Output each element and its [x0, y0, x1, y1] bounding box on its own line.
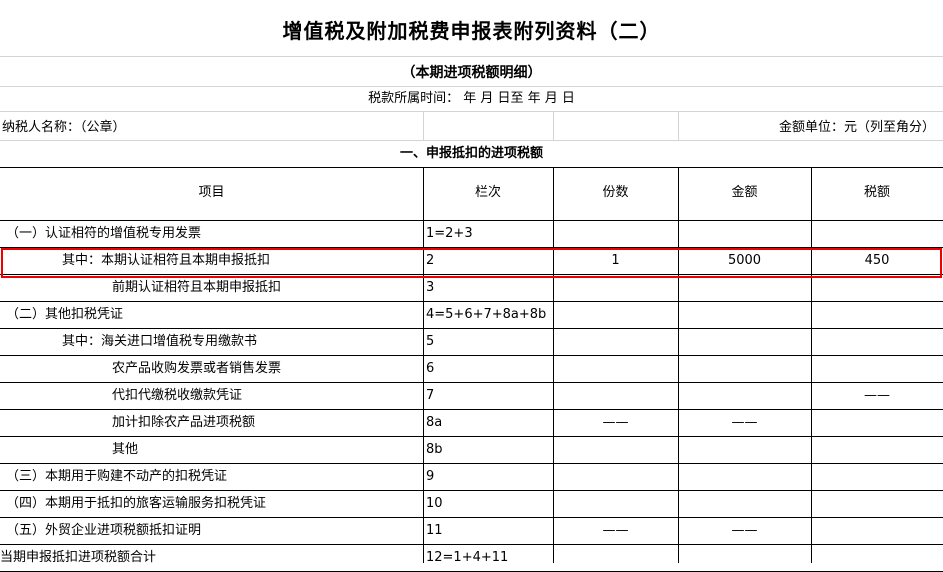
- grid-line: [0, 355, 943, 356]
- cell-line[interactable]: 11: [426, 523, 443, 539]
- grid-line: [0, 86, 943, 87]
- tax-period: 税款所属时间： 年 月 日至 年 月 日: [368, 91, 575, 106]
- grid-line: [0, 409, 943, 410]
- grid-line: [0, 490, 943, 491]
- cell-line[interactable]: 8b: [426, 442, 443, 458]
- cell-item: （一）认证相符的增值税专用发票: [6, 226, 202, 241]
- grid-line: [0, 56, 943, 57]
- grid-line: [678, 112, 679, 140]
- taxpayer-name-label: 纳税人名称：（公章）: [2, 120, 126, 135]
- grid-line: [0, 140, 943, 141]
- grid-line: [678, 167, 679, 563]
- cell-item: （四）本期用于抵扣的旅客运输服务扣税凭证: [6, 496, 267, 511]
- cell-count[interactable]: ——: [553, 415, 678, 431]
- cell-line[interactable]: 8a: [426, 415, 442, 431]
- grid-line: [0, 436, 943, 437]
- cell-line[interactable]: 12=1+4+11: [426, 550, 508, 566]
- cell-tax[interactable]: ——: [811, 388, 943, 404]
- cell-line[interactable]: 4=5+6+7+8a+8b: [426, 307, 546, 323]
- header-count: 份数: [602, 185, 629, 200]
- grid-line: [811, 167, 812, 563]
- highlight-row-box: [1, 248, 942, 278]
- grid-line: [0, 167, 943, 168]
- grid-line: [0, 463, 943, 464]
- grid-line: [0, 301, 943, 302]
- cell-item: （五）外贸企业进项税额抵扣证明: [6, 523, 202, 538]
- form-subtitle: （本期进项税额明细）: [401, 65, 542, 81]
- grid-line: [0, 111, 943, 112]
- grid-line: [553, 167, 554, 563]
- header-line: 栏次: [474, 185, 501, 200]
- cell-item: （三）本期用于购建不动产的扣税凭证: [6, 469, 228, 484]
- form-title: 增值税及附加税费申报表附列资料（二）: [282, 19, 661, 43]
- cell-item: 农产品收购发票或者销售发票: [112, 361, 282, 376]
- amount-unit-label: 金额单位：元（列至角分）: [778, 120, 935, 135]
- cell-line[interactable]: 1=2+3: [426, 226, 473, 242]
- grid-line: [0, 517, 943, 518]
- section-title: 一、申报抵扣的进项税额: [399, 146, 543, 161]
- cell-item: 加计扣除农产品进项税额: [112, 415, 256, 430]
- cell-amount[interactable]: ——: [678, 523, 811, 539]
- cell-count[interactable]: ——: [553, 523, 678, 539]
- cell-item: 其他: [112, 442, 139, 457]
- grid-line: [0, 328, 943, 329]
- cell-item: 其中：海关进口增值税专用缴款书: [62, 334, 258, 349]
- cell-amount[interactable]: ——: [678, 415, 811, 431]
- cell-item: （二）其他扣税凭证: [6, 307, 124, 322]
- cell-item: 代扣代缴税收缴款凭证: [112, 388, 243, 403]
- cell-item: 前期认证相符且本期申报抵扣: [112, 280, 282, 295]
- cell-line[interactable]: 7: [426, 388, 434, 404]
- cell-line[interactable]: 3: [426, 280, 434, 296]
- grid-line: [0, 544, 943, 545]
- header-tax: 税额: [863, 185, 890, 200]
- cell-line[interactable]: 6: [426, 361, 434, 377]
- grid-line: [0, 382, 943, 383]
- grid-line: [423, 112, 424, 140]
- grid-line: [553, 112, 554, 140]
- cell-line[interactable]: 9: [426, 469, 434, 485]
- grid-line: [423, 167, 424, 563]
- cell-line[interactable]: 5: [426, 334, 434, 350]
- header-item: 项目: [198, 185, 225, 200]
- header-amount: 金额: [731, 185, 758, 200]
- cell-line[interactable]: 10: [426, 496, 443, 512]
- cell-item: 当期申报抵扣进项税额合计: [0, 550, 157, 565]
- grid-line: [0, 220, 943, 221]
